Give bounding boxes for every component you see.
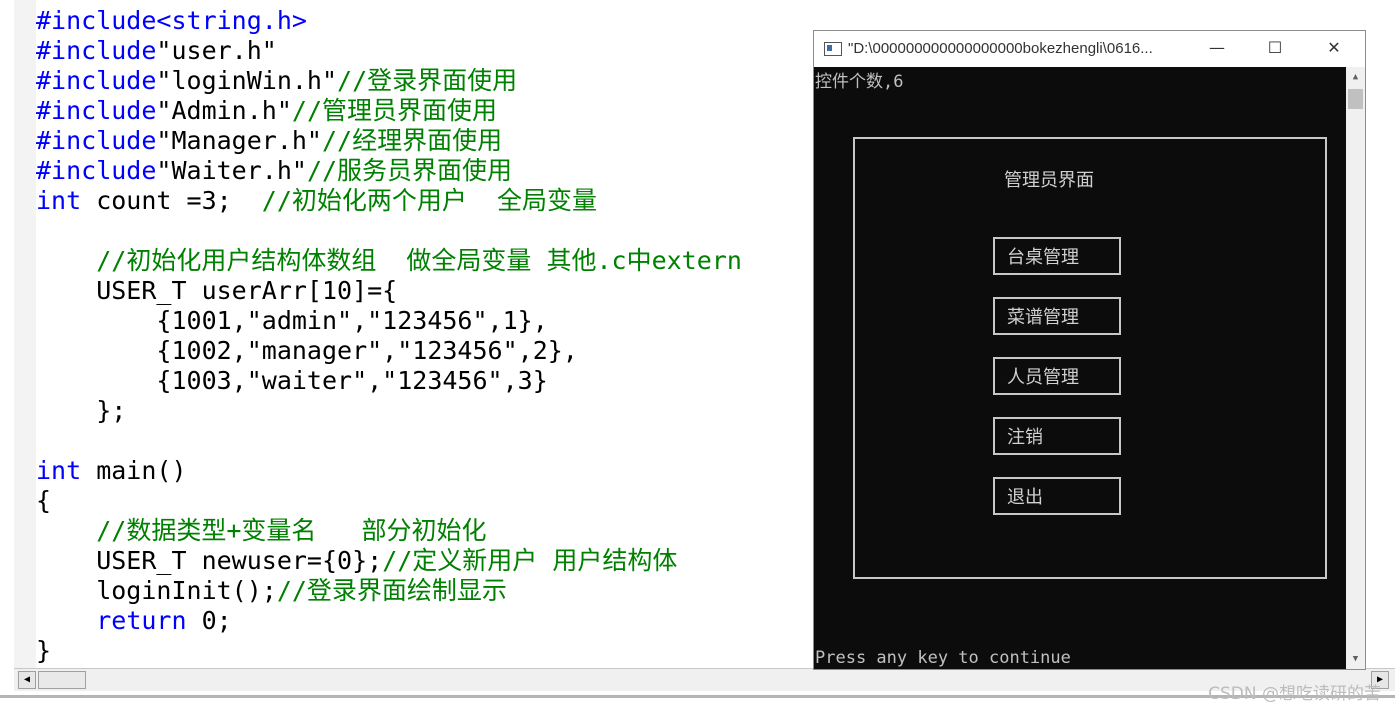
scroll-up-arrow-icon[interactable]: ▲ <box>1348 69 1363 85</box>
csdn-watermark: CSDN @想吃读研的苦 <box>1208 684 1381 704</box>
code-text: }; <box>36 396 127 425</box>
menu-management-button[interactable]: 菜谱管理 <box>993 297 1121 335</box>
code-text: "user.h" <box>156 36 277 65</box>
code-text: USER_T newuser={0}; <box>36 546 383 575</box>
code-text: "Admin.h" <box>156 96 292 125</box>
table-management-button[interactable]: 台桌管理 <box>993 237 1121 275</box>
code-area[interactable]: #include<string.h> #include"user.h" #inclu… <box>36 6 811 666</box>
code-text: "loginWin.h" <box>156 66 338 95</box>
code-line: #include"Manager.h"//经理界面使用 <box>36 126 811 156</box>
maximize-button[interactable]: ☐ <box>1246 31 1304 67</box>
code-comment: //数据类型+变量名 部分初始化 <box>96 516 487 545</box>
code-line: int count =3; //初始化两个用户 全局变量 <box>36 186 811 216</box>
code-line: #include"user.h" <box>36 36 811 66</box>
code-text: main() <box>81 456 187 485</box>
code-keyword: #include <box>36 66 157 95</box>
code-comment: //登录界面使用 <box>337 66 518 95</box>
console-title: "D:\000000000000000000bokezhengli\0616..… <box>848 40 1153 57</box>
code-text: {1001,"admin","123456",1}, <box>36 306 548 335</box>
console-window[interactable]: "D:\000000000000000000bokezhengli\0616..… <box>813 30 1366 670</box>
code-line: int main() <box>36 456 811 486</box>
admin-panel-title: 管理员界面 <box>1004 170 1094 191</box>
editor-margin <box>14 0 36 668</box>
editor-gutter <box>0 0 15 668</box>
code-keyword: #include<string.h> <box>36 6 307 35</box>
horizontal-scrollbar[interactable]: ◀ ▶ <box>14 668 1395 692</box>
code-keyword: #include <box>36 36 157 65</box>
code-text: {1002,"manager","123456",2}, <box>36 336 578 365</box>
code-text: "Waiter.h" <box>156 156 307 185</box>
bottom-divider <box>0 695 1395 698</box>
code-comment: //服务员界面使用 <box>306 156 513 185</box>
code-line: #include"Admin.h"//管理员界面使用 <box>36 96 811 126</box>
vertical-scroll-thumb[interactable] <box>1348 89 1363 109</box>
code-text: "Manager.h" <box>156 126 322 155</box>
code-text: { <box>36 486 52 515</box>
code-comment: //登录界面绘制显示 <box>276 576 507 605</box>
logout-button[interactable]: 注销 <box>993 417 1121 455</box>
code-keyword: #include <box>36 126 157 155</box>
code-comment: //定义新用户 用户结构体 <box>382 546 678 575</box>
staff-management-button[interactable]: 人员管理 <box>993 357 1121 395</box>
code-line: USER_T userArr[10]={ <box>36 276 811 306</box>
code-line: #include<string.h> <box>36 6 811 36</box>
code-text: {1003,"waiter","123456",3} <box>36 366 548 395</box>
code-keyword: return <box>96 606 187 635</box>
scroll-down-arrow-icon[interactable]: ▼ <box>1348 651 1363 667</box>
code-line: #include"loginWin.h"//登录界面使用 <box>36 66 811 96</box>
horizontal-scroll-thumb[interactable] <box>38 671 86 689</box>
code-line: USER_T newuser={0};//定义新用户 用户结构体 <box>36 546 811 576</box>
code-comment: //管理员界面使用 <box>291 96 497 125</box>
exit-button[interactable]: 退出 <box>993 477 1121 515</box>
console-screen[interactable]: 控件个数,6 管理员界面 台桌管理 菜谱管理 人员管理 注销 退出 Press … <box>814 67 1346 669</box>
code-line: {1002,"manager","123456",2}, <box>36 336 811 366</box>
code-line: }; <box>36 396 811 426</box>
code-line: //数据类型+变量名 部分初始化 <box>36 516 811 546</box>
code-text: count =3; <box>81 186 262 215</box>
code-comment: //初始化两个用户 全局变量 <box>261 186 597 215</box>
code-keyword: #include <box>36 96 157 125</box>
code-text: } <box>36 636 52 665</box>
scroll-left-arrow-icon[interactable]: ◀ <box>18 671 36 689</box>
code-line: //初始化用户结构体数组 做全局变量 其他.c中extern <box>36 246 811 276</box>
console-titlebar[interactable]: "D:\000000000000000000bokezhengli\0616..… <box>814 31 1365 67</box>
code-line: #include"Waiter.h"//服务员界面使用 <box>36 156 811 186</box>
code-line: { <box>36 486 811 516</box>
bottom-strip <box>0 691 1395 709</box>
code-keyword: int <box>36 456 82 485</box>
code-text: 0; <box>186 606 232 635</box>
press-any-key-text: Press any key to continue <box>815 648 1071 668</box>
control-count-text: 控件个数,6 <box>815 72 904 92</box>
code-line: } <box>36 636 811 666</box>
code-comment: //经理界面使用 <box>322 126 503 155</box>
code-keyword: int <box>36 186 82 215</box>
code-text: USER_T userArr[10]={ <box>36 276 398 305</box>
console-app-icon <box>824 42 842 56</box>
code-line: {1001,"admin","123456",1}, <box>36 306 811 336</box>
console-vertical-scrollbar[interactable]: ▲ ▼ <box>1346 67 1365 669</box>
code-text: loginInit(); <box>36 576 277 605</box>
minimize-button[interactable]: — <box>1188 31 1246 67</box>
code-line: loginInit();//登录界面绘制显示 <box>36 576 811 606</box>
code-comment: //初始化用户结构体数组 做全局变量 其他.c中extern <box>96 246 742 275</box>
code-line: {1003,"waiter","123456",3} <box>36 366 811 396</box>
code-line: return 0; <box>36 606 811 636</box>
close-button[interactable]: ✕ <box>1305 31 1363 67</box>
code-keyword: #include <box>36 156 157 185</box>
